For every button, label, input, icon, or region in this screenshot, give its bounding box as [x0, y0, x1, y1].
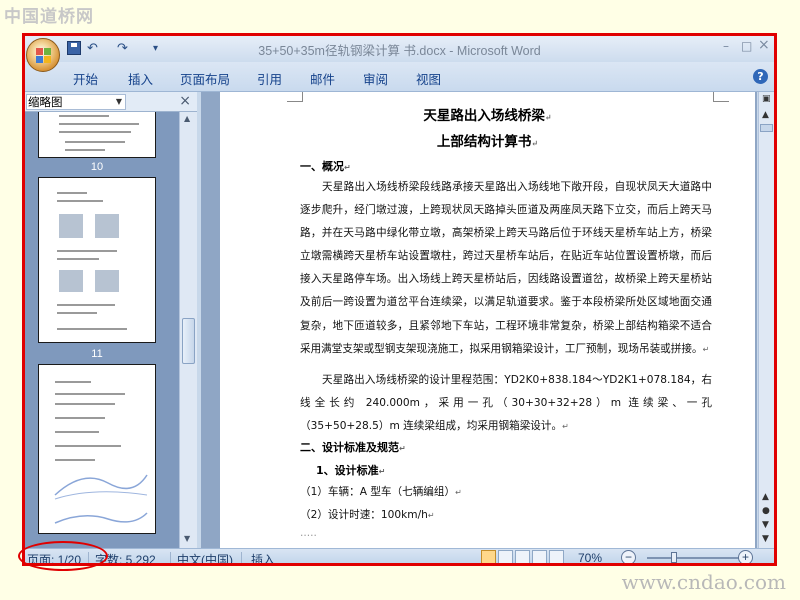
- scroll-up-icon[interactable]: ▲: [762, 110, 769, 120]
- zoom-level[interactable]: 70%: [578, 551, 602, 563]
- thumbnail-list: 10 11: [25, 112, 179, 548]
- page-thumbnail-12[interactable]: [38, 364, 156, 534]
- full-screen-reading-view-button[interactable]: [498, 550, 513, 563]
- tab-references[interactable]: 引用: [257, 69, 282, 88]
- window-title: 35+50+35m径轨钢梁计算 书.docx - Microsoft Word: [258, 44, 541, 58]
- list-item: （2）设计时速：100km/h↵: [300, 509, 435, 521]
- language-indicator[interactable]: 中文(中国): [177, 551, 233, 563]
- thumbnail-curve-chart: [54, 512, 148, 524]
- zoom-slider-thumb[interactable]: [671, 552, 677, 563]
- insert-mode-indicator[interactable]: 插入: [251, 551, 275, 563]
- title-bar: ↶ ↷ ▾ 35+50+35m径轨钢梁计算 书.docx - Microsoft…: [25, 36, 774, 62]
- tab-view[interactable]: 视图: [416, 69, 441, 88]
- document-page[interactable]: 天星路出入场线桥梁↵ 上部结构计算书↵ 一、概况↵ 天星路出入场线桥梁段线路承接…: [220, 92, 755, 548]
- help-icon[interactable]: ?: [753, 69, 768, 84]
- ribbon-tabs: 开始 插入 页面布局 引用 邮件 审阅 视图 ?: [25, 62, 774, 92]
- tab-home[interactable]: 开始: [73, 69, 98, 88]
- scroll-down-icon[interactable]: ▼: [762, 534, 769, 544]
- margin-corner-mark: [713, 92, 729, 102]
- tab-insert[interactable]: 插入: [128, 69, 153, 88]
- body-paragraph: 天星路出入场线桥梁段线路承接天星路出入场线地下敞开段，自现状凤天大道路中逐步爬升…: [300, 181, 712, 355]
- thumbnail-scroll-thumb[interactable]: [182, 318, 195, 364]
- margin-corner-mark: [287, 92, 303, 102]
- web-layout-view-button[interactable]: [515, 550, 530, 563]
- status-bar: 页面: 1/20 字数: 5,292 中文(中国) 插入 70% − +: [25, 548, 774, 563]
- office-button[interactable]: [26, 38, 60, 72]
- thumbnail-pane-header: 缩略图 ▼ ×: [25, 92, 197, 112]
- thumbnail-pane: 缩略图 ▼ × 10 11 ▲ ▼: [25, 92, 197, 548]
- annotation-ellipse: [18, 541, 108, 571]
- ruler-toggle-icon[interactable]: ▣: [762, 94, 771, 104]
- document-title: 天星路出入场线桥梁↵: [423, 108, 552, 124]
- thumbnail-curve-chart: [54, 474, 148, 500]
- browse-object-icon[interactable]: ●: [762, 506, 770, 516]
- document-scrollbar[interactable]: ▣ ▲ ▲ ● ▼ ▼: [758, 92, 774, 548]
- outline-view-button[interactable]: [532, 550, 547, 563]
- body-paragraph: 天星路出入场线桥梁的设计里程范围：YD2K0+838.184～YD2K1+078…: [300, 374, 712, 433]
- list-item: （1）车辆：A 型车（七辆编组）↵: [300, 486, 462, 498]
- watermark-bottom: www.cndao.com: [621, 570, 786, 594]
- page-thumbnail-11[interactable]: [38, 177, 156, 343]
- chevron-down-icon: ▼: [115, 97, 122, 106]
- section-heading: 一、概况↵: [300, 160, 351, 173]
- print-layout-view-button[interactable]: [481, 550, 496, 563]
- page-thumbnail-10[interactable]: [38, 112, 156, 158]
- minimize-button[interactable]: –: [723, 39, 729, 53]
- subsection-heading: 1、设计标准↵: [316, 464, 386, 477]
- page-number-label: 10: [90, 161, 104, 173]
- page-number-label: 11: [91, 348, 103, 360]
- document-area: 天星路出入场线桥梁↵ 上部结构计算书↵ 一、概况↵ 天星路出入场线桥梁段线路承接…: [201, 92, 757, 548]
- document-subtitle: 上部结构计算书↵: [436, 134, 539, 150]
- next-page-icon[interactable]: ▼: [762, 520, 769, 530]
- tab-mailings[interactable]: 邮件: [310, 69, 335, 88]
- tab-page-layout[interactable]: 页面布局: [180, 69, 230, 88]
- document-scroll-thumb[interactable]: [760, 124, 773, 132]
- office-logo-icon: [36, 48, 51, 63]
- maximize-button[interactable]: □: [741, 39, 752, 53]
- tab-review[interactable]: 审阅: [363, 69, 388, 88]
- zoom-in-button[interactable]: +: [738, 550, 753, 563]
- close-button[interactable]: ×: [758, 37, 770, 53]
- word-window: ↶ ↷ ▾ 35+50+35m径轨钢梁计算 书.docx - Microsoft…: [22, 33, 777, 566]
- navigation-view-label: 缩略图: [28, 95, 63, 109]
- zoom-out-button[interactable]: −: [621, 550, 636, 563]
- close-pane-icon[interactable]: ×: [179, 93, 191, 109]
- previous-page-icon[interactable]: ▲: [762, 492, 769, 502]
- navigation-view-select[interactable]: 缩略图 ▼: [26, 94, 126, 110]
- thumbnail-scrollbar[interactable]: ▲ ▼: [179, 112, 197, 548]
- section-heading: 二、设计标准及规范↵: [300, 441, 406, 454]
- zoom-slider-track[interactable]: [647, 557, 751, 559]
- list-item-partial: ·····: [300, 530, 317, 542]
- draft-view-button[interactable]: [549, 550, 564, 563]
- watermark-top: 中国道桥网: [4, 7, 94, 27]
